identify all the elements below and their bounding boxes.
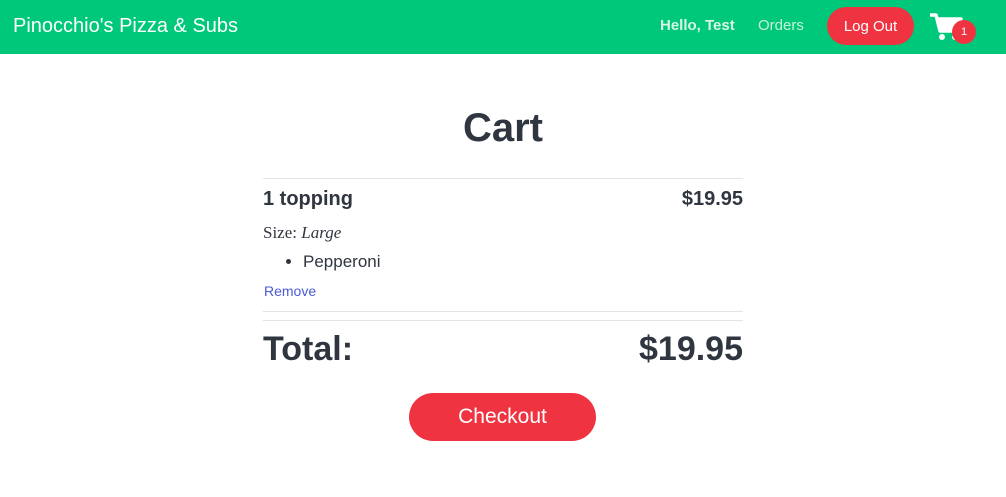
divider	[263, 311, 743, 312]
total-label: Total:	[263, 330, 354, 368]
cart-link[interactable]: 1	[930, 10, 978, 44]
topping-item: Pepperoni	[303, 252, 381, 272]
logout-button[interactable]: Log Out	[827, 7, 914, 45]
total-value: $19.95	[639, 330, 743, 368]
navbar: Pinocchio's Pizza & Subs Hello, Test Ord…	[0, 0, 1006, 54]
cart-count-badge: 1	[952, 20, 976, 44]
item-price: $19.95	[681, 188, 743, 210]
orders-link[interactable]: Orders	[758, 17, 804, 35]
item-size: Size: Large	[263, 223, 341, 243]
page-title: Cart	[462, 106, 544, 150]
toppings-list: Pepperoni	[263, 252, 381, 272]
size-value: Large	[301, 223, 342, 242]
checkout-button[interactable]: Checkout	[409, 393, 596, 441]
remove-item-link[interactable]: Remove	[264, 283, 316, 300]
divider	[263, 178, 743, 179]
user-greeting: Hello, Test	[660, 17, 735, 34]
brand-link[interactable]: Pinocchio's Pizza & Subs	[13, 13, 238, 39]
divider	[263, 320, 743, 321]
size-label: Size:	[263, 223, 297, 242]
item-name: 1 topping	[263, 188, 353, 210]
